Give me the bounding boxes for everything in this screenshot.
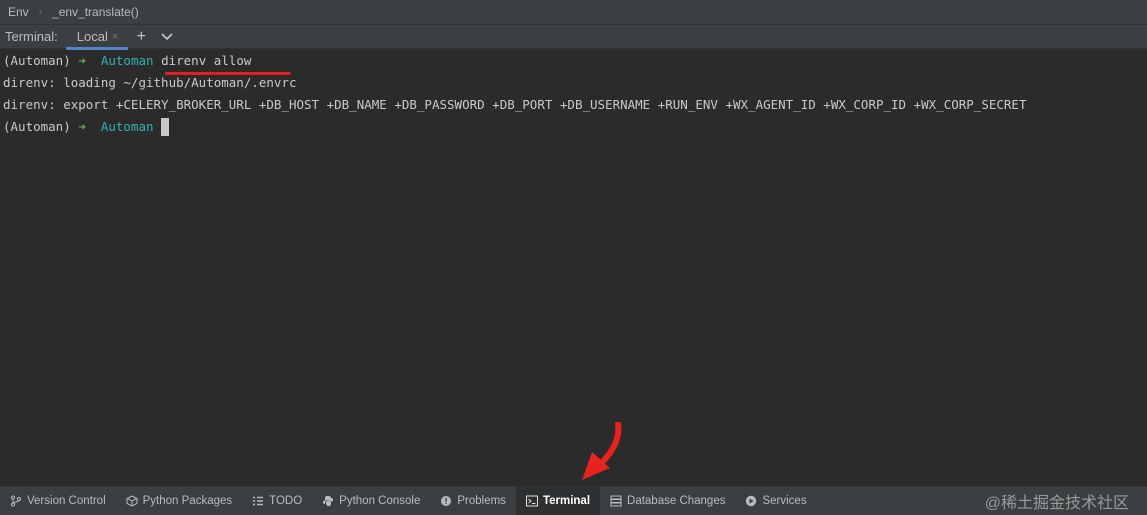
terminal-icon: [525, 495, 538, 507]
tool-label: TODO: [269, 495, 303, 507]
database-icon: [610, 495, 622, 507]
virtualenv-label: (Automan): [3, 119, 71, 134]
tool-window-bar: Version Control Python Packages TODO Pyt…: [0, 486, 1147, 515]
virtualenv-label: (Automan): [3, 53, 71, 68]
tool-todo[interactable]: TODO: [242, 487, 312, 515]
tool-terminal[interactable]: Terminal: [515, 487, 601, 515]
plus-icon: +: [136, 27, 146, 45]
tool-label: Python Console: [339, 495, 421, 507]
tool-label: Version Control: [27, 495, 106, 507]
terminal-output[interactable]: (Automan) ➜ Automan direnv allow direnv:…: [0, 50, 1147, 486]
annotation-arrow-icon: [582, 422, 622, 480]
new-tab-button[interactable]: +: [128, 25, 154, 49]
tool-label: Database Changes: [627, 495, 726, 507]
play-icon: [746, 495, 757, 507]
prompt-arrow-icon: ➜: [78, 53, 86, 68]
prompt-arrow-icon: ➜: [78, 119, 86, 134]
breadcrumb-root[interactable]: Env: [8, 5, 29, 19]
packages-icon: [126, 495, 138, 507]
terminal-line: (Automan) ➜ Automan: [3, 118, 170, 136]
branch-icon: [11, 495, 21, 507]
terminal-line: direnv: loading ~/github/Automan/.envrc: [3, 75, 297, 90]
tool-problems[interactable]: Problems: [430, 487, 516, 515]
tool-python-packages[interactable]: Python Packages: [116, 487, 243, 515]
tool-services[interactable]: Services: [735, 487, 816, 515]
terminal-line: (Automan) ➜ Automan direnv allow: [3, 52, 251, 70]
terminal-tabbar: Terminal: Local × +: [0, 24, 1147, 50]
watermark: @稀土掘金技术社区: [984, 495, 1129, 512]
tool-label: Python Packages: [142, 495, 233, 507]
tool-label: Problems: [457, 495, 506, 507]
breadcrumb-item[interactable]: _env_translate(): [52, 5, 139, 19]
python-icon: [323, 496, 334, 506]
tool-version-control[interactable]: Version Control: [0, 487, 116, 515]
tab-dropdown-button[interactable]: [154, 25, 180, 49]
chevron-right-icon: ›: [38, 6, 43, 18]
text-cursor: [161, 118, 170, 136]
tool-label: Services: [762, 495, 807, 507]
prompt-directory: Automan: [100, 53, 154, 68]
prompt-directory: Automan: [100, 119, 154, 134]
command-text: direnv allow: [161, 53, 252, 68]
problems-icon: [441, 496, 452, 506]
tool-database-changes[interactable]: Database Changes: [600, 487, 735, 515]
tab-local[interactable]: Local ×: [65, 25, 129, 50]
list-icon: [253, 496, 264, 506]
tab-label: Local: [76, 29, 108, 44]
terminal-line: direnv: export +CELERY_BROKER_URL +DB_HO…: [3, 97, 1027, 112]
chevron-down-icon: [161, 32, 173, 40]
tool-python-console[interactable]: Python Console: [312, 487, 430, 515]
tool-label: Terminal: [542, 495, 591, 507]
terminal-title: Terminal:: [5, 29, 58, 44]
close-icon[interactable]: ×: [112, 31, 118, 43]
breadcrumb: Env › _env_translate(): [0, 0, 1147, 24]
